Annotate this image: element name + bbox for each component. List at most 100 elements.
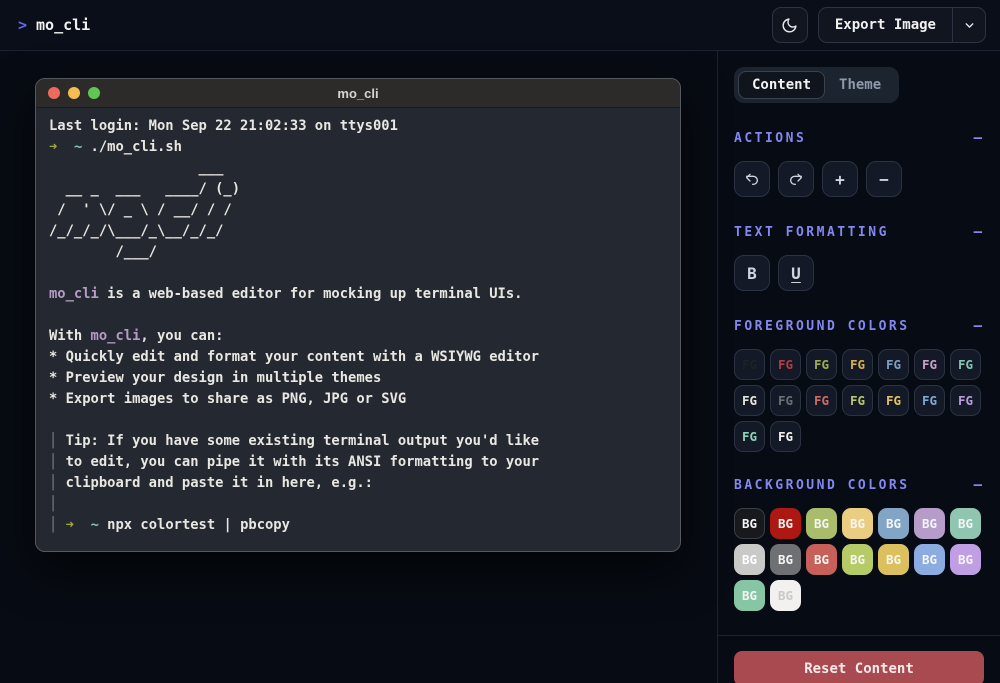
foreground-section-title: FOREGROUND COLORS [734, 319, 910, 334]
bg-swatch-cyan[interactable]: BG [950, 508, 981, 539]
export-image-split-button: Export Image [818, 7, 986, 43]
formatting-section-header: TEXT FORMATTING — [734, 223, 984, 241]
top-bar: > mo_cli Export Image [0, 0, 1000, 51]
bold-button[interactable]: B [734, 255, 770, 291]
bold-label: B [747, 264, 757, 283]
bg-swatch-bright-white[interactable]: BG [770, 580, 801, 611]
bg-swatch-bright-blue[interactable]: BG [914, 544, 945, 575]
add-line-button[interactable]: + [822, 161, 858, 197]
reset-content-button[interactable]: Reset Content [734, 651, 984, 683]
tab-content[interactable]: Content [738, 71, 825, 99]
collapse-background-icon[interactable]: — [972, 476, 984, 494]
fg-swatch-bright-cyan[interactable]: FG [734, 421, 765, 452]
terminal-content-editor[interactable]: Last login: Mon Sep 22 21:02:33 on ttys0… [36, 108, 680, 552]
export-options-button[interactable] [953, 8, 985, 42]
bg-swatch-green[interactable]: BG [806, 508, 837, 539]
terminal-line: __ _ ___ ____/ (_) [49, 179, 667, 200]
bg-swatch-bright-black[interactable]: BG [770, 544, 801, 575]
fg-swatch-bright-green[interactable]: FG [842, 385, 873, 416]
collapse-actions-icon[interactable]: — [972, 129, 984, 147]
terminal-line: Last login: Mon Sep 22 21:02:33 on ttys0… [49, 116, 667, 137]
bg-swatch-yellow[interactable]: BG [842, 508, 873, 539]
underline-button[interactable]: U [778, 255, 814, 291]
terminal-line: /_/_/_/\___/_\__/_/_/ [49, 221, 667, 242]
app-logo: > mo_cli [18, 16, 90, 34]
fg-swatch-yellow[interactable]: FG [842, 349, 873, 380]
collapse-formatting-icon[interactable]: — [972, 223, 984, 241]
terminal-line [49, 263, 667, 284]
terminal-line: With mo_cli, you can: [49, 326, 667, 347]
terminal-title: mo_cli [36, 86, 680, 101]
fg-swatch-blue[interactable]: FG [878, 349, 909, 380]
bg-swatch-magenta[interactable]: BG [914, 508, 945, 539]
minus-icon: − [879, 170, 889, 189]
terminal-line: │ to edit, you can pipe it with its ANSI… [49, 452, 667, 473]
terminal-line: * Preview your design in multiple themes [49, 368, 667, 389]
bg-swatch-bright-yellow[interactable]: BG [878, 544, 909, 575]
theme-toggle-button[interactable] [772, 7, 808, 43]
tab-theme[interactable]: Theme [825, 71, 895, 99]
background-swatch-grid: BGBGBGBGBGBGBGBGBGBGBGBGBGBGBGBG [734, 508, 984, 611]
collapse-foreground-icon[interactable]: — [972, 317, 984, 335]
terminal-window: mo_cli Last login: Mon Sep 22 21:02:33 o… [35, 78, 681, 552]
remove-line-button[interactable]: − [866, 161, 902, 197]
app-root: > mo_cli Export Image [0, 0, 1000, 683]
topbar-actions: Export Image [772, 7, 986, 43]
terminal-line: * Export images to share as PNG, JPG or … [49, 389, 667, 410]
fg-swatch-red[interactable]: FG [770, 349, 801, 380]
actions-buttons: + − [734, 161, 984, 197]
redo-icon [788, 171, 804, 187]
bg-swatch-bright-green[interactable]: BG [842, 544, 873, 575]
sidebar-tabs: Content Theme [734, 67, 899, 103]
editor-stage: mo_cli Last login: Mon Sep 22 21:02:33 o… [0, 51, 717, 683]
fg-swatch-white[interactable]: FG [734, 385, 765, 416]
terminal-line: │ clipboard and paste it in here, e.g.: [49, 473, 667, 494]
terminal-line: │ Tip: If you have some existing termina… [49, 431, 667, 452]
plus-icon: + [835, 170, 845, 189]
actions-section-title: ACTIONS [734, 131, 806, 146]
app-title: mo_cli [36, 16, 90, 34]
fg-swatch-bright-yellow[interactable]: FG [878, 385, 909, 416]
fg-swatch-bright-black[interactable]: FG [770, 385, 801, 416]
fg-swatch-green[interactable]: FG [806, 349, 837, 380]
bg-swatch-blue[interactable]: BG [878, 508, 909, 539]
fg-swatch-bright-blue[interactable]: FG [914, 385, 945, 416]
foreground-section-header: FOREGROUND COLORS — [734, 317, 984, 335]
terminal-line: │ ➜ ~ npx colortest | pbcopy [49, 515, 667, 536]
actions-section-header: ACTIONS — [734, 129, 984, 147]
terminal-line: │ [49, 494, 667, 515]
zoom-window-icon [88, 87, 100, 99]
fg-swatch-black[interactable]: FG [734, 349, 765, 380]
terminal-titlebar: mo_cli [36, 79, 680, 108]
terminal-line: ➜ ~ ./mo_cli.sh [49, 137, 667, 158]
terminal-line: * Quickly edit and format your content w… [49, 347, 667, 368]
bg-swatch-bright-red[interactable]: BG [806, 544, 837, 575]
redo-button[interactable] [778, 161, 814, 197]
fg-swatch-bright-magenta[interactable]: FG [950, 385, 981, 416]
fg-swatch-magenta[interactable]: FG [914, 349, 945, 380]
moon-icon [781, 17, 798, 34]
bg-swatch-bright-cyan[interactable]: BG [734, 580, 765, 611]
undo-button[interactable] [734, 161, 770, 197]
export-image-button[interactable]: Export Image [819, 8, 952, 42]
prompt-icon: > [18, 16, 27, 34]
sidebar: Content Theme ACTIONS — [717, 51, 1000, 683]
chevron-down-icon [963, 19, 976, 32]
terminal-line: / ' \/ _ \ / __/ / / [49, 200, 667, 221]
underline-label: U [791, 264, 801, 283]
fg-swatch-bright-white[interactable]: FG [770, 421, 801, 452]
main-area: mo_cli Last login: Mon Sep 22 21:02:33 o… [0, 51, 1000, 683]
background-section-title: BACKGROUND COLORS [734, 478, 910, 493]
formatting-buttons: B U [734, 255, 984, 291]
bg-swatch-red[interactable]: BG [770, 508, 801, 539]
terminal-line: mo_cli is a web-based editor for mocking… [49, 284, 667, 305]
fg-swatch-bright-red[interactable]: FG [806, 385, 837, 416]
close-window-icon [48, 87, 60, 99]
sidebar-content: Content Theme ACTIONS — [718, 51, 1000, 635]
bg-swatch-bright-magenta[interactable]: BG [950, 544, 981, 575]
undo-icon [744, 171, 760, 187]
bg-swatch-black[interactable]: BG [734, 508, 765, 539]
bg-swatch-white[interactable]: BG [734, 544, 765, 575]
fg-swatch-cyan[interactable]: FG [950, 349, 981, 380]
formatting-section-title: TEXT FORMATTING [734, 225, 889, 240]
